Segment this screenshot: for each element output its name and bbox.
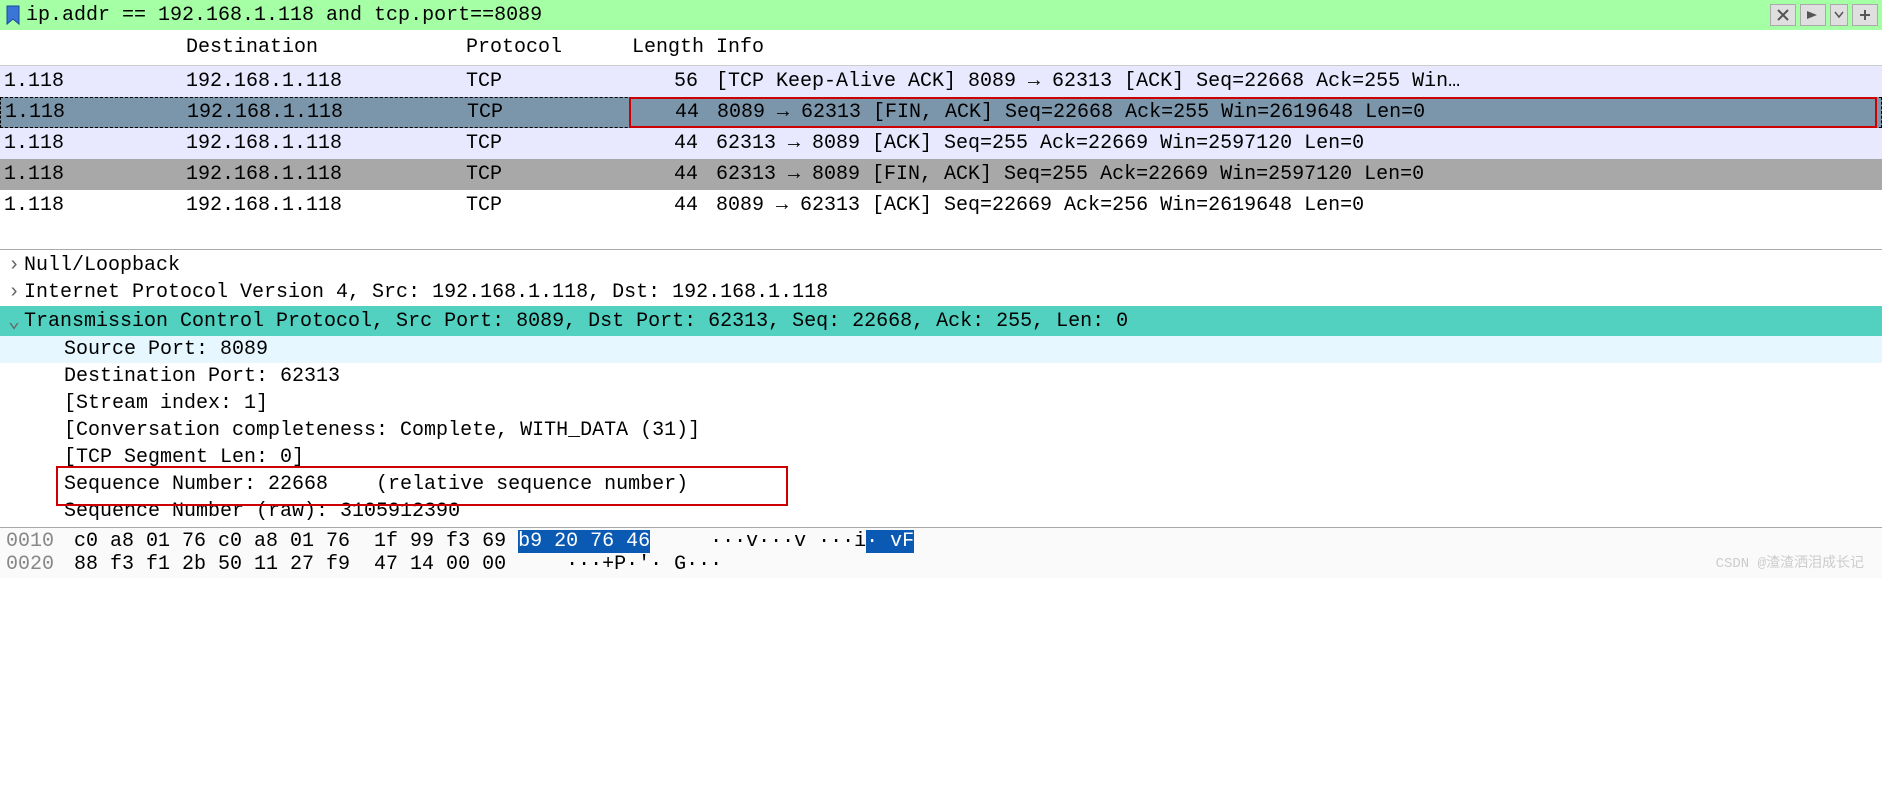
hex-bytes: 88 f3 f1 2b 50 11 27 f9 47 14 00 00	[74, 553, 506, 576]
detail-sequence-number[interactable]: Sequence Number: 22668 (relative sequenc…	[0, 471, 692, 498]
apply-filter-button[interactable]	[1800, 4, 1826, 26]
detail-tcp-segment-len[interactable]: [TCP Segment Len: 0]	[0, 444, 1882, 471]
cell-info: 62313 → 8089 [FIN, ACK] Seq=255 Ack=2266…	[704, 163, 1882, 186]
packet-row[interactable]: 1.118 192.168.1.118 TCP 44 62313 → 8089 …	[0, 128, 1882, 159]
collapse-icon[interactable]: ⌄	[4, 308, 24, 334]
packet-row[interactable]: 1.118 192.168.1.118 TCP 44 8089 → 62313 …	[0, 190, 1882, 221]
hex-offset: 0020	[0, 553, 74, 576]
detail-text: Null/Loopback	[24, 254, 180, 277]
packet-list: 1.118 192.168.1.118 TCP 56 [TCP Keep-Ali…	[0, 66, 1882, 249]
detail-source-port[interactable]: Source Port: 8089	[0, 336, 1882, 363]
packet-row[interactable]: 1.118 192.168.1.118 TCP 56 [TCP Keep-Ali…	[0, 66, 1882, 97]
cell-source: 1.118	[0, 132, 180, 155]
bookmark-icon[interactable]	[4, 4, 22, 26]
cell-info: 62313 → 8089 [ACK] Seq=255 Ack=22669 Win…	[704, 132, 1882, 155]
cell-source: 1.118	[0, 70, 180, 93]
column-info[interactable]: Info	[704, 36, 1882, 59]
expand-icon[interactable]: ›	[4, 281, 24, 304]
hex-row[interactable]: 0010 c0 a8 01 76 c0 a8 01 76 1f 99 f3 69…	[0, 530, 1882, 553]
hex-row[interactable]: 0020 88 f3 f1 2b 50 11 27 f9 47 14 00 00…	[0, 553, 1882, 576]
watermark-text: CSDN @渣渣洒泪成长记	[1716, 552, 1864, 572]
cell-destination: 192.168.1.118	[180, 163, 460, 186]
cell-protocol: TCP	[460, 70, 626, 93]
detail-ipv4[interactable]: › Internet Protocol Version 4, Src: 192.…	[0, 279, 1882, 306]
expand-icon[interactable]: ›	[4, 254, 24, 277]
detail-text: [Conversation completeness: Complete, WI…	[64, 419, 700, 442]
hex-bytes-selected: b9 20 76 46	[518, 530, 650, 553]
add-filter-button[interactable]	[1852, 4, 1878, 26]
cell-length: 44	[626, 194, 704, 217]
detail-text: Internet Protocol Version 4, Src: 192.16…	[24, 281, 828, 304]
detail-text: Sequence Number (raw): 3105912390	[64, 500, 460, 523]
cell-protocol: TCP	[461, 101, 627, 124]
hex-bytes: c0 a8 01 76 c0 a8 01 76 1f 99 f3 69 b9 2…	[74, 530, 650, 553]
cell-source: 1.118	[0, 194, 180, 217]
cell-destination: 192.168.1.118	[180, 132, 460, 155]
cell-protocol: TCP	[460, 163, 626, 186]
detail-null-loopback[interactable]: › Null/Loopback	[0, 252, 1882, 279]
detail-text: [Stream index: 1]	[64, 392, 268, 415]
column-destination[interactable]: Destination	[180, 36, 460, 59]
detail-text: Sequence Number: 22668 (relative sequenc…	[64, 473, 688, 496]
display-filter-input[interactable]	[26, 4, 1766, 27]
hex-dump-pane: 0010 c0 a8 01 76 c0 a8 01 76 1f 99 f3 69…	[0, 527, 1882, 578]
detail-text: [TCP Segment Len: 0]	[64, 446, 304, 469]
detail-text: Destination Port: 62313	[64, 365, 340, 388]
column-source[interactable]	[0, 36, 180, 59]
detail-tcp[interactable]: ⌄ Transmission Control Protocol, Src Por…	[0, 306, 1882, 336]
packet-details-pane: › Null/Loopback › Internet Protocol Vers…	[0, 249, 1882, 527]
packet-row[interactable]: 1.118 192.168.1.118 TCP 44 62313 → 8089 …	[0, 159, 1882, 190]
cell-info: [TCP Keep-Alive ACK] 8089 → 62313 [ACK] …	[704, 70, 1882, 93]
hex-ascii-selected: · vF	[866, 530, 914, 553]
detail-sequence-number-raw[interactable]: Sequence Number (raw): 3105912390	[0, 498, 1882, 525]
detail-stream-index[interactable]: [Stream index: 1]	[0, 390, 1882, 417]
hex-offset: 0010	[0, 530, 74, 553]
cell-destination: 192.168.1.118	[181, 101, 461, 124]
cell-length: 44	[626, 163, 704, 186]
column-length[interactable]: Length	[626, 36, 704, 59]
hex-ascii: ···v···v ···i· vF	[650, 530, 914, 553]
packet-list-header: Destination Protocol Length Info	[0, 30, 1882, 66]
cell-length: 44	[627, 101, 705, 124]
cell-protocol: TCP	[460, 132, 626, 155]
detail-conversation-completeness[interactable]: [Conversation completeness: Complete, WI…	[0, 417, 1882, 444]
detail-dest-port[interactable]: Destination Port: 62313	[0, 363, 1882, 390]
detail-text: Transmission Control Protocol, Src Port:…	[24, 310, 1128, 333]
filter-bar	[0, 0, 1882, 30]
cell-destination: 192.168.1.118	[180, 70, 460, 93]
cell-info: 8089 → 62313 [ACK] Seq=22669 Ack=256 Win…	[704, 194, 1882, 217]
hex-ascii: ···+P·'· G···	[506, 553, 722, 576]
cell-length: 56	[626, 70, 704, 93]
cell-info: 8089 → 62313 [FIN, ACK] Seq=22668 Ack=25…	[705, 101, 1881, 124]
cell-destination: 192.168.1.118	[180, 194, 460, 217]
cell-protocol: TCP	[460, 194, 626, 217]
cell-length: 44	[626, 132, 704, 155]
cell-source: 1.118	[0, 163, 180, 186]
clear-filter-button[interactable]	[1770, 4, 1796, 26]
filter-history-dropdown[interactable]	[1830, 4, 1848, 26]
cell-source: 1.118	[1, 101, 181, 124]
detail-text: Source Port: 8089	[64, 338, 268, 361]
column-protocol[interactable]: Protocol	[460, 36, 626, 59]
packet-row-selected[interactable]: 1.118 192.168.1.118 TCP 44 8089 → 62313 …	[0, 97, 1882, 128]
